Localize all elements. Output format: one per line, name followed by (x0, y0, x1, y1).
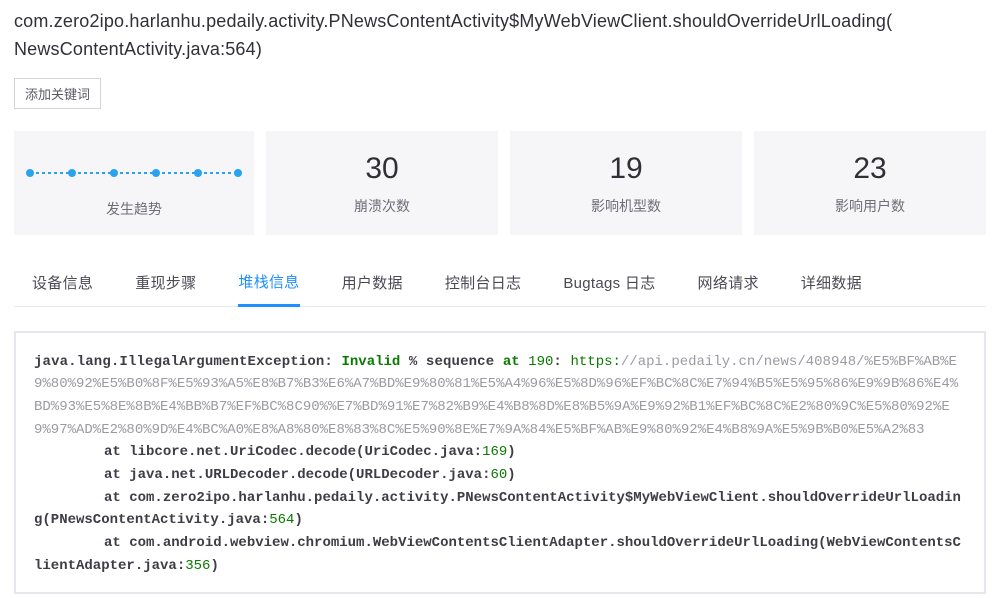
tab-stack[interactable]: 堆栈信息 (238, 263, 299, 307)
tabs-row: 设备信息 重现步骤 堆栈信息 用户数据 控制台日志 Bugtags 日志 网络请… (14, 263, 986, 307)
tab-steps[interactable]: 重现步骤 (135, 264, 196, 305)
users-value: 23 (853, 152, 886, 186)
add-keyword-button[interactable]: 添加关键词 (14, 78, 101, 109)
trend-sparkline (24, 161, 244, 185)
title-line2: NewsContentActivity.java:564) (14, 39, 262, 59)
stat-card-devices: 19 影响机型数 (510, 131, 742, 235)
users-label: 影响用户数 (835, 196, 905, 216)
tab-bugtags[interactable]: Bugtags 日志 (563, 264, 655, 305)
stacktrace-panel: java.lang.IllegalArgumentException: Inva… (14, 331, 986, 594)
exception-head: java.lang.IllegalArgumentException: (34, 354, 342, 370)
tab-detail[interactable]: 详细数据 (801, 264, 862, 305)
stat-card-users: 23 影响用户数 (754, 131, 986, 235)
devices-value: 19 (609, 152, 642, 186)
crash-count-label: 崩溃次数 (354, 196, 410, 216)
stat-card-trend: 发生趋势 (14, 131, 254, 235)
devices-label: 影响机型数 (591, 196, 661, 216)
trend-label: 发生趋势 (106, 199, 162, 219)
tab-user[interactable]: 用户数据 (342, 264, 403, 305)
tab-network[interactable]: 网络请求 (698, 264, 759, 305)
title-line1: com.zero2ipo.harlanhu.pedaily.activity.P… (14, 11, 892, 31)
error-title: com.zero2ipo.harlanhu.pedaily.activity.P… (14, 8, 986, 64)
stats-row: 发生趋势 30 崩溃次数 19 影响机型数 23 影响用户数 (14, 131, 986, 235)
at-keyword: at (104, 444, 121, 460)
tab-device[interactable]: 设备信息 (32, 264, 93, 305)
tab-console[interactable]: 控制台日志 (445, 264, 522, 305)
stat-card-crash: 30 崩溃次数 (266, 131, 498, 235)
crash-count-value: 30 (365, 152, 398, 186)
